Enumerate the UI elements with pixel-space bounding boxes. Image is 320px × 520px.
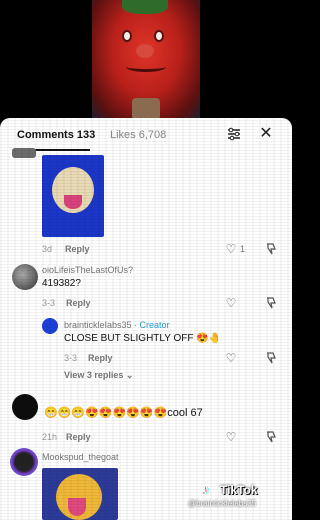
glass bbox=[132, 98, 160, 120]
dislike-icon[interactable] bbox=[264, 242, 278, 256]
reply-button[interactable]: Reply bbox=[65, 244, 90, 254]
view-replies-button[interactable]: View 3 replies ⌄ bbox=[64, 370, 133, 381]
comment-text: 😁😁😁😍😍😍😍😍😍cool 67 bbox=[44, 407, 203, 419]
comment-time: 21h bbox=[42, 432, 58, 442]
creator-username[interactable]: braintickleIabs35 bbox=[64, 320, 132, 330]
heart-icon[interactable]: ♡ bbox=[224, 351, 238, 365]
comment-text: CLOSE BUT SLIGHTLY OFF 😍🤚 bbox=[64, 333, 222, 344]
avatar[interactable] bbox=[12, 148, 36, 158]
comment-text: 419382? bbox=[42, 278, 81, 289]
reply-button[interactable]: Reply bbox=[66, 298, 91, 308]
close-icon[interactable]: ✕ bbox=[258, 126, 274, 142]
dislike-icon[interactable] bbox=[264, 430, 278, 444]
comments-sheet: Comments 133 Likes 6,708 ✕ 3d Reply ♡ 1 … bbox=[0, 118, 292, 520]
image-tongue bbox=[64, 195, 82, 209]
dislike-icon[interactable] bbox=[264, 296, 278, 310]
video-area[interactable] bbox=[0, 0, 292, 120]
comment-time: 3-3 bbox=[64, 353, 78, 363]
dislike-icon[interactable] bbox=[264, 351, 278, 365]
avatar[interactable] bbox=[12, 264, 38, 290]
avatar[interactable] bbox=[10, 448, 38, 476]
reply-button[interactable]: Reply bbox=[88, 353, 113, 363]
reply-button[interactable]: Reply bbox=[66, 432, 91, 442]
comment-image[interactable] bbox=[42, 155, 104, 237]
filter-icon[interactable] bbox=[226, 126, 242, 142]
comment-username[interactable]: braintickleIabs35 · Creator bbox=[64, 320, 170, 330]
comment-username[interactable]: Mookspud_thegoat bbox=[42, 452, 119, 462]
left-eye bbox=[122, 30, 132, 42]
heart-icon[interactable]: ♡ bbox=[224, 430, 238, 444]
comment-time: 3-3 bbox=[42, 298, 56, 308]
comment-username[interactable]: oioLifeisTheLastOfUs? bbox=[42, 265, 133, 275]
heart-icon[interactable]: ♡ bbox=[224, 296, 238, 310]
comment-image[interactable] bbox=[42, 468, 118, 520]
tiktok-logo-icon: ♪ bbox=[203, 482, 210, 497]
strawberry-leaf bbox=[122, 0, 168, 14]
heart-icon[interactable]: ♡ bbox=[224, 242, 238, 256]
mouth bbox=[126, 62, 166, 72]
video-thumbnail[interactable] bbox=[92, 0, 200, 120]
avatar[interactable] bbox=[12, 394, 38, 420]
creator-avatar[interactable] bbox=[42, 318, 58, 334]
like-count: 1 bbox=[240, 244, 246, 254]
watermark-brand: TikTok bbox=[220, 483, 258, 497]
watermark-handle: @braintickleIabs35 bbox=[188, 499, 257, 508]
right-eye bbox=[154, 30, 164, 42]
nose bbox=[136, 44, 154, 58]
creator-badge: · Creator bbox=[131, 320, 170, 330]
tab-likes[interactable]: Likes 6,708 bbox=[110, 129, 166, 141]
comments-header: Comments 133 Likes 6,708 ✕ bbox=[0, 118, 292, 152]
tab-comments[interactable]: Comments 133 bbox=[17, 129, 95, 141]
image-tongue bbox=[68, 498, 86, 516]
comment-time: 3d bbox=[42, 244, 53, 254]
